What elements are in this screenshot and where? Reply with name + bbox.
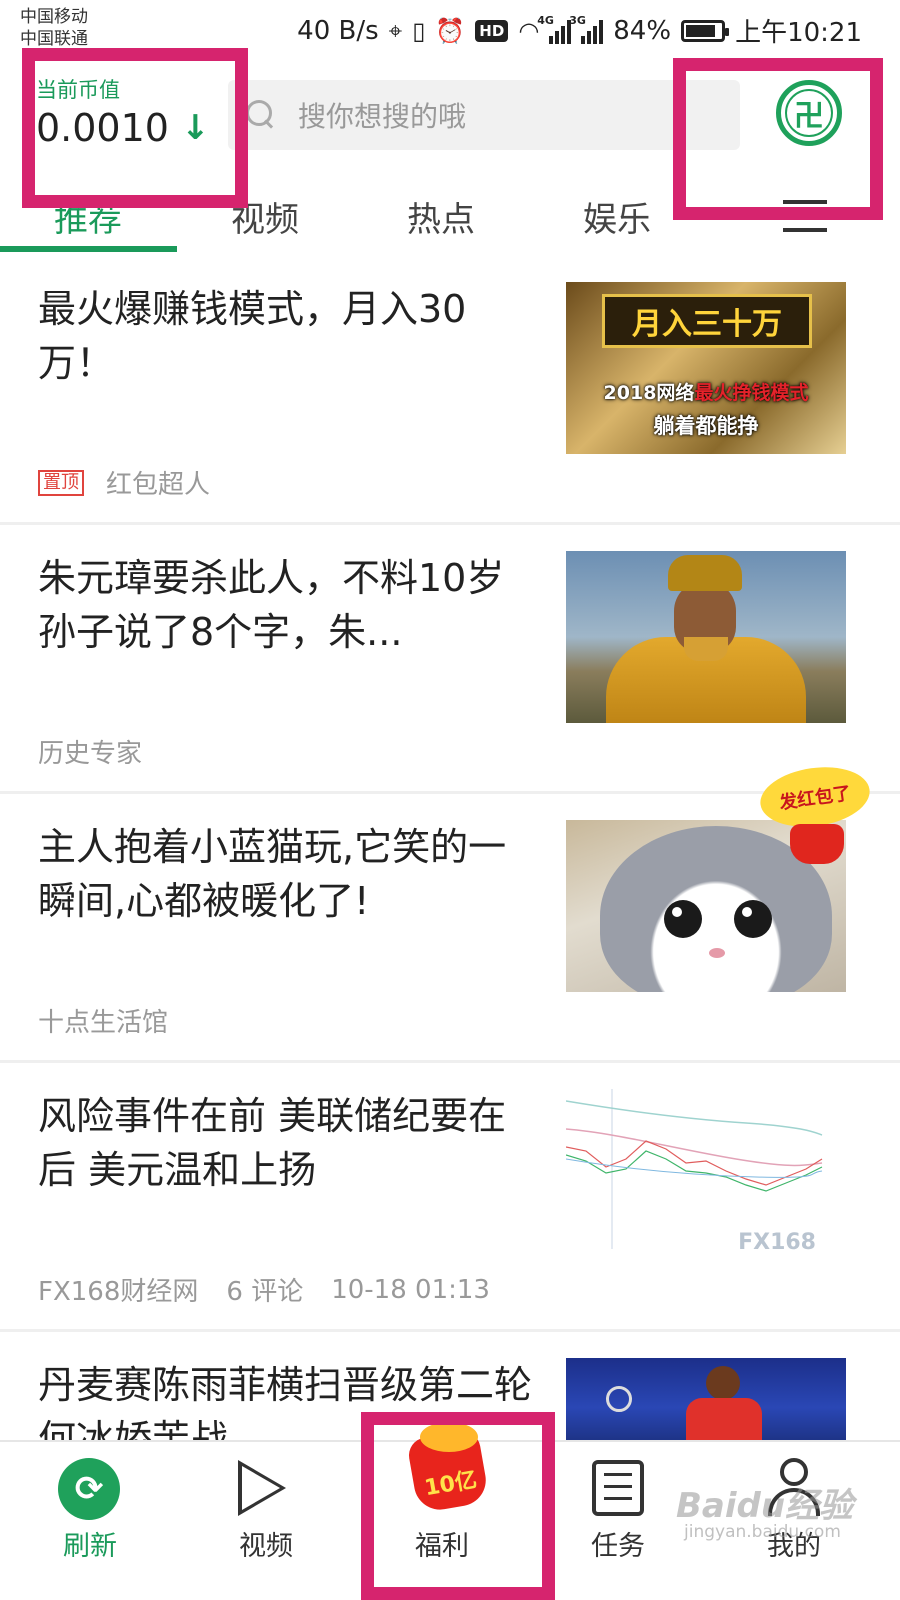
nav-label: 刷新 — [63, 1531, 117, 1562]
net-speed: 40 B/s — [297, 15, 379, 46]
carrier-info: 中国移动 中国联通 — [20, 6, 88, 50]
signal-4g-icon: 4G — [537, 14, 572, 44]
refresh-icon: ⟳ — [58, 1458, 120, 1520]
tab-hot[interactable]: 热点 — [371, 192, 511, 241]
feed-item-time: 10-18 01:13 — [331, 1274, 490, 1305]
feed-item-title: 最火爆赚钱模式，月入30万！ — [38, 287, 467, 385]
feed-item-comments: 6 评论 — [226, 1277, 304, 1307]
thumb-subtitle-2: 躺着都能挣 — [653, 414, 759, 438]
thumb-banner: 月入三十万 — [602, 294, 812, 348]
baidu-watermark-url: jingyan.baidu.com — [684, 1522, 841, 1542]
welfare-highlight-frame — [361, 1412, 555, 1600]
feed-item-title: 主人抱着小蓝猫玩,它笑的一瞬间,心都被暖化了! — [38, 825, 507, 923]
video-play-icon — [238, 1460, 286, 1516]
coin-highlight-frame — [22, 48, 248, 208]
feed-item[interactable]: 最火爆赚钱模式，月入30万！ 置顶 红包超人 月入三十万 2018网络最火挣钱模… — [0, 256, 900, 525]
signal-4g-label: 4G — [537, 13, 554, 27]
app-header: 当前币值 0.0010 ↓ 搜你想搜的哦 卍 — [0, 48, 900, 220]
feed-item[interactable]: 风险事件在前 美联储纪要在后 美元温和上扬 FX168财经网 6 评论 10-1… — [0, 1063, 900, 1332]
baidu-watermark: Baidu经验 — [676, 1486, 854, 1526]
feed-item-meta: FX168财经网 6 评论 10-18 01:13 — [38, 1271, 490, 1308]
red-packet-sticker-text: 发红包了 — [756, 760, 874, 834]
thumb-subtitle-highlight: 最火挣钱模式 — [694, 382, 809, 404]
thumb-watermark: FX168 — [738, 1230, 816, 1255]
feed-item-title: 风险事件在前 美联储纪要在后 美元温和上扬 — [38, 1094, 507, 1192]
location-icon: ⌖ — [388, 16, 403, 45]
feed-item-meta: 置顶 红包超人 — [38, 464, 210, 501]
feed-item-source: 红包超人 — [106, 470, 211, 500]
search-placeholder: 搜你想搜的哦 — [298, 100, 467, 133]
tab-entertainment[interactable]: 娱乐 — [547, 192, 687, 241]
search-bar[interactable]: 搜你想搜的哦 — [228, 80, 740, 150]
alarm-icon: ⏰ — [435, 16, 466, 45]
signal-3g-icon: 3G — [569, 14, 604, 44]
thumb-subtitle-prefix: 2018网络 — [603, 382, 695, 404]
nav-refresh[interactable]: ⟳ 刷新 — [0, 1442, 180, 1600]
feed-item-thumbnail — [566, 551, 846, 723]
status-indicators: 40 B/s ⌖ ▯ ⏰ HD ◠ 4G 3G 84% 上午10:21 — [297, 12, 862, 49]
task-list-icon — [592, 1460, 644, 1516]
feed-item-source: 历史专家 — [38, 739, 143, 769]
feed-item-thumbnail: FX168 — [566, 1089, 846, 1261]
wifi-icon: ◠ — [518, 16, 540, 45]
nav-label: 任务 — [591, 1531, 645, 1562]
hd-badge: HD — [475, 19, 509, 42]
vibrate-icon: ▯ — [412, 16, 426, 45]
red-packet-sticker[interactable]: 发红包了 — [756, 760, 874, 868]
signal-3g-label: 3G — [569, 13, 586, 27]
feed-item[interactable]: 朱元璋要杀此人，不料10岁孙子说了8个字，朱... 历史专家 — [0, 525, 900, 794]
feed-item-source: 十点生活馆 — [38, 1008, 169, 1038]
nav-label: 视频 — [239, 1531, 293, 1562]
pinned-badge: 置顶 — [38, 469, 84, 496]
feed-item-thumbnail — [566, 1358, 846, 1448]
feed-item-thumbnail: 月入三十万 2018网络最火挣钱模式 躺着都能挣 — [566, 282, 846, 454]
wallet-highlight-frame — [673, 58, 883, 220]
battery-level — [686, 24, 716, 37]
feed-item-meta: 十点生活馆 — [38, 1002, 168, 1039]
feed-item-source: FX168财经网 — [38, 1277, 199, 1307]
clock: 上午10:21 — [735, 18, 862, 48]
active-tab-indicator — [0, 246, 177, 252]
search-icon — [246, 100, 276, 130]
nav-video[interactable]: 视频 — [176, 1442, 356, 1600]
carrier-1: 中国移动 — [20, 7, 88, 27]
feed-item-title: 朱元璋要杀此人，不料10岁孙子说了8个字，朱... — [38, 556, 505, 654]
thumb-subtitle: 2018网络最火挣钱模式 — [576, 378, 836, 405]
red-packet-icon — [790, 824, 844, 864]
carrier-2: 中国联通 — [20, 29, 88, 49]
battery-icon — [681, 19, 730, 42]
feed-item-meta: 历史专家 — [38, 733, 142, 770]
battery-percent: 84% — [613, 15, 672, 46]
